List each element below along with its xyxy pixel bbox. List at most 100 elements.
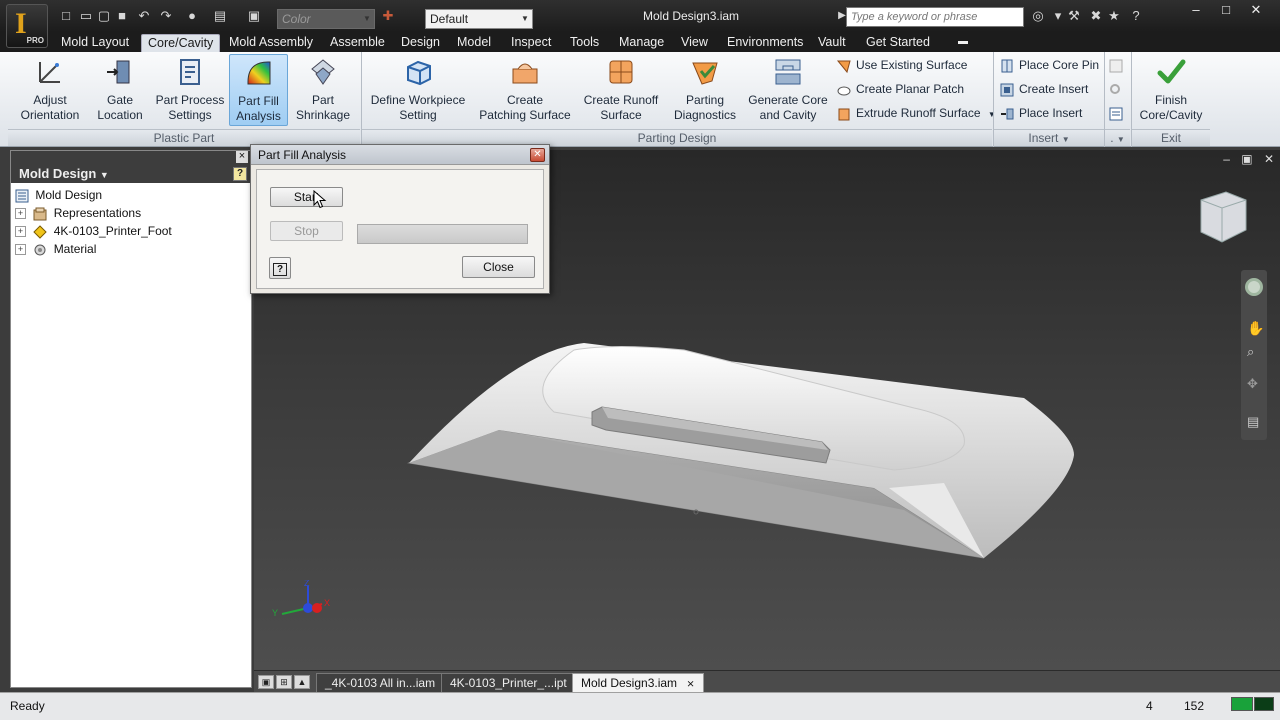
browser-title[interactable]: Mold Design ▼ — [19, 166, 109, 181]
tab-inspect[interactable]: Inspect — [505, 34, 557, 52]
start-button[interactable]: Start — [270, 187, 343, 207]
tab-mold-assembly[interactable]: Mold Assembly — [223, 34, 319, 52]
orbit-icon[interactable]: ✥ — [1247, 376, 1258, 392]
use-existing-surface-button[interactable]: Use Existing Surface — [834, 55, 967, 77]
edit-icon-button[interactable] — [1106, 55, 1124, 77]
close-icon[interactable]: ⨯ — [686, 679, 694, 690]
tree-node-label: Mold Design — [35, 188, 103, 202]
zoom-icon-button[interactable] — [1106, 79, 1124, 101]
help-button[interactable]: ? — [269, 257, 291, 279]
doc-tab-all-in[interactable]: _4K-0103 All in...iam — [316, 673, 445, 693]
tab-environments[interactable]: Environments — [721, 34, 809, 52]
close-icon[interactable]: ✕ — [530, 148, 545, 162]
close-icon[interactable]: × — [236, 151, 248, 163]
create-planar-patch-button[interactable]: Create Planar Patch — [834, 79, 964, 101]
triad-y-label: Y — [272, 608, 278, 618]
communication-icon[interactable]: ⚒ — [1066, 9, 1082, 23]
insert-panel-label[interactable]: Insert ▼ — [994, 129, 1104, 146]
place-insert-button[interactable]: Place Insert — [997, 103, 1082, 125]
help-icon[interactable]: ? — [233, 167, 247, 181]
document-list-icon[interactable]: ▲ — [294, 675, 310, 689]
look-at-icon[interactable]: ▤ — [1247, 414, 1259, 430]
create-runoff-surface-button[interactable]: Create Runoff Surface — [578, 54, 664, 126]
favorites-icon[interactable]: ★ — [1106, 9, 1122, 23]
tab-assemble[interactable]: Assemble — [324, 34, 391, 52]
tree-node-representations[interactable]: + Representations — [15, 204, 141, 222]
parameters-icon-button[interactable] — [1106, 103, 1124, 125]
expand-icon[interactable]: + — [15, 226, 26, 238]
redo-icon[interactable]: ↷ — [158, 9, 174, 23]
browser-header: Mold Design ▼ × ? — [11, 151, 251, 183]
tab-view[interactable]: View — [675, 34, 714, 52]
create-patching-surface-button[interactable]: Create Patching Surface — [477, 54, 573, 126]
exit-panel-label[interactable]: Exit — [1132, 129, 1210, 146]
tab-core-cavity[interactable]: Core/Cavity — [141, 34, 221, 52]
tab-design[interactable]: Design — [395, 34, 446, 52]
tile-windows-icon[interactable]: ⊞ — [276, 675, 292, 689]
doc-tab-mold-design3[interactable]: Mold Design3.iam ⨯ — [572, 673, 704, 693]
viewcube[interactable] — [1198, 190, 1248, 244]
pan-icon[interactable]: ✋ — [1247, 320, 1264, 337]
subscription-icon[interactable]: ▾ — [1050, 9, 1066, 23]
color-combo[interactable]: Color ▼ — [277, 9, 375, 29]
close-icon[interactable]: ✕ — [1240, 0, 1272, 20]
gate-location-button[interactable]: Gate Location — [90, 54, 150, 126]
search-input[interactable]: Type a keyword or phrase — [846, 7, 1024, 27]
binoculars-icon[interactable]: ◎ — [1030, 9, 1046, 23]
tab-vault[interactable]: Vault — [812, 34, 852, 52]
expand-icon[interactable]: + — [15, 208, 26, 220]
doc-tab-printer-foot[interactable]: 4K-0103_Printer_...ipt — [441, 673, 576, 693]
tree-node-material[interactable]: + Material — [15, 240, 96, 258]
expand-icon[interactable]: + — [15, 244, 26, 256]
exchange-icon[interactable]: ✖ — [1088, 9, 1104, 23]
tab-get-started[interactable]: Get Started — [860, 34, 936, 52]
part-process-settings-label-2: Settings — [168, 108, 212, 122]
define-workpiece-setting-button[interactable]: Define Workpiece Setting — [366, 54, 470, 126]
dialog-title[interactable]: Part Fill Analysis — [251, 145, 549, 165]
parting-diagnostics-button[interactable]: Parting Diagnostics — [668, 54, 742, 126]
maximize-icon[interactable]: □ — [1210, 0, 1242, 20]
ribbon-minimize-icon[interactable]: ▬ — [952, 34, 974, 52]
misc-panel-label[interactable]: . ▼ — [1105, 129, 1130, 146]
new-file-icon[interactable]: □ — [58, 9, 74, 23]
stop-button[interactable]: Stop — [270, 221, 343, 241]
tree-node-root[interactable]: Mold Design — [15, 186, 102, 204]
app-logo[interactable]: I PRO — [6, 4, 48, 48]
finish-core-cavity-button[interactable]: Finish Core/Cavity — [1134, 54, 1208, 126]
part-fill-analysis-button[interactable]: Part Fill Analysis — [229, 54, 288, 126]
checkmark-icon — [1157, 59, 1186, 84]
create-runoff-surface-label-1: Create Runoff — [583, 93, 659, 107]
status-file-count: 152 — [1184, 699, 1205, 713]
close-button[interactable]: Close — [462, 256, 535, 278]
update-icon[interactable]: ▤ — [212, 9, 228, 23]
minimize-icon[interactable]: ‒ — [1180, 0, 1212, 20]
place-core-pin-button[interactable]: Place Core Pin — [997, 55, 1099, 77]
finish-core-cavity-label-1: Finish — [1154, 93, 1187, 107]
create-insert-button[interactable]: Create Insert — [997, 79, 1088, 101]
adjust-orientation-button[interactable]: Adjust Orientation — [16, 54, 84, 126]
undo-icon[interactable]: ↶ — [136, 9, 152, 23]
generate-core-cavity-button[interactable]: Generate Core and Cavity — [745, 54, 831, 126]
tab-tools[interactable]: Tools — [564, 34, 605, 52]
home-icon[interactable]: ● — [184, 9, 200, 23]
save-icon[interactable]: ■ — [114, 9, 130, 23]
gate-location-icon — [107, 60, 130, 84]
part-process-settings-button[interactable]: Part Process Settings — [154, 54, 226, 126]
tree-node-part[interactable]: + 4K-0103_Printer_Foot — [15, 222, 172, 240]
open-file-icon[interactable]: ▭ — [78, 9, 94, 23]
select-icon[interactable]: ▣ — [246, 9, 262, 23]
steering-wheel-icon[interactable] — [1245, 278, 1263, 296]
cascade-windows-icon[interactable]: ▣ — [258, 675, 274, 689]
part-shrinkage-button[interactable]: Part Shrinkage — [292, 54, 354, 126]
tab-mold-layout[interactable]: Mold Layout — [55, 34, 135, 52]
open-folder-icon[interactable]: ▢ — [96, 9, 112, 23]
tab-model[interactable]: Model — [451, 34, 497, 52]
chevron-down-icon[interactable]: ▼ — [988, 110, 996, 119]
tab-manage[interactable]: Manage — [613, 34, 670, 52]
help-icon[interactable]: ? — [1128, 9, 1144, 23]
view-representation-combo[interactable]: Default ▼ — [425, 9, 533, 29]
color-override-icon[interactable]: ✚ — [380, 9, 396, 23]
zoom-icon[interactable]: ⌕ — [1247, 344, 1254, 360]
parting-diagnostics-icon — [692, 62, 718, 85]
extrude-runoff-surface-button[interactable]: Extrude Runoff Surface ▼ — [834, 103, 996, 125]
